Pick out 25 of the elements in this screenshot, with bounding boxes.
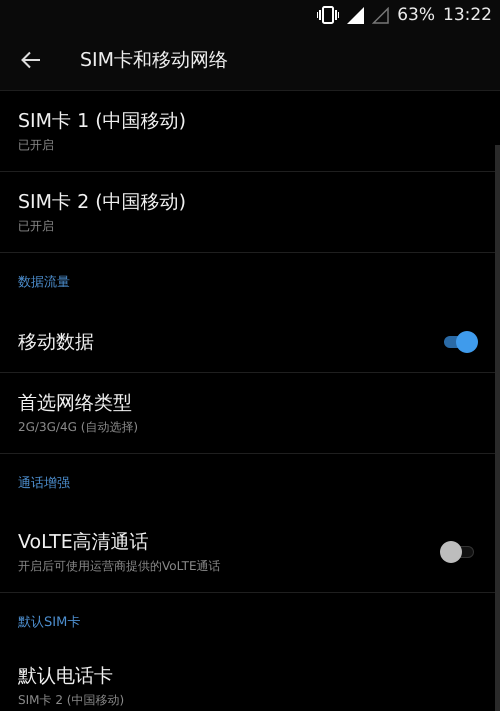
vibrate-icon	[317, 6, 340, 24]
item-title: 移动数据	[18, 330, 94, 354]
clock: 13:22	[443, 5, 492, 25]
section-header: 数据流量	[18, 274, 70, 291]
item-title: 首选网络类型	[18, 391, 132, 416]
item-summary: SIM卡 2 (中国移动)	[18, 692, 124, 709]
screen-title: SIM卡和移动网络	[80, 48, 228, 73]
settings-item[interactable]: 移动数据	[0, 311, 495, 373]
back-arrow-icon[interactable]	[20, 49, 42, 71]
battery-percent: 63%	[397, 5, 435, 25]
item-summary: 开启后可使用运营商提供的VoLTE通话	[18, 558, 221, 575]
section-header: 默认SIM卡	[18, 614, 80, 631]
item-title: 默认电话卡	[18, 664, 113, 689]
signal-icon	[372, 6, 390, 24]
settings-item[interactable]: VoLTE高清通话 开启后可使用运营商提供的VoLTE通话	[0, 512, 495, 593]
item-title: SIM卡 2 (中国移动)	[18, 190, 186, 215]
settings-item[interactable]: SIM卡 1 (中国移动) 已开启	[0, 91, 495, 172]
item-summary: 已开启	[18, 218, 54, 235]
signal-icon	[347, 6, 364, 24]
item-summary: 已开启	[18, 137, 54, 154]
item-title: VoLTE高清通话	[18, 530, 149, 555]
section-header: 通话增强	[18, 475, 70, 492]
item-title: SIM卡 1 (中国移动)	[18, 109, 186, 134]
settings-item[interactable]: 默认电话卡 SIM卡 2 (中国移动)	[0, 651, 495, 711]
item-summary: 2G/3G/4G (自动选择)	[18, 419, 138, 436]
